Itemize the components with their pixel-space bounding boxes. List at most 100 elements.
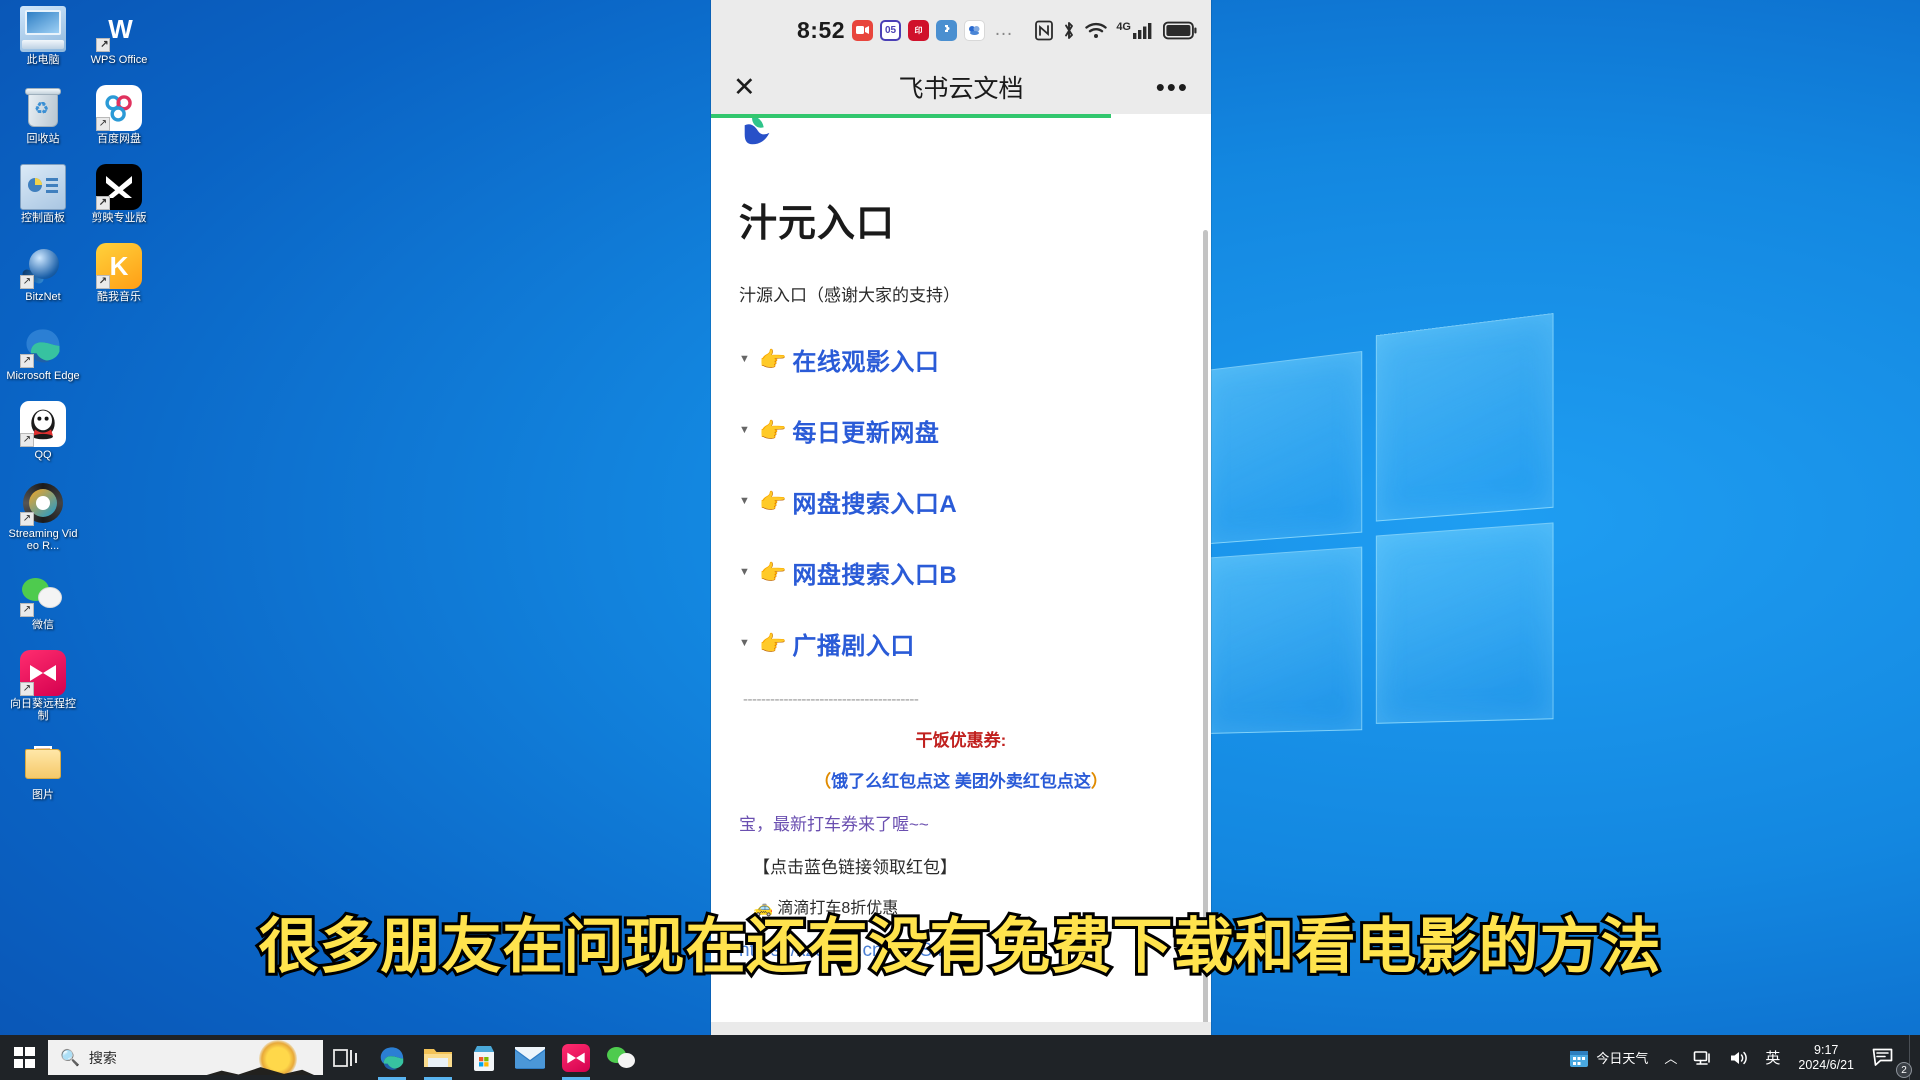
search-input[interactable]: 🔍 搜索 [48, 1040, 323, 1075]
desktop-icon-baidu-netdisk[interactable]: ↗ 百度网盘 [80, 85, 158, 145]
desktop-icon-label: 回收站 [26, 133, 60, 145]
toc-item-label[interactable]: 网盘搜索入口B [792, 555, 957, 590]
eleme-redpacket-link[interactable]: 饿了么红包点这 [831, 772, 950, 791]
desktop-icon-label: 百度网盘 [97, 133, 141, 145]
desktop-icon-label: 此电脑 [26, 54, 60, 66]
taskbar-file-explorer-icon[interactable] [415, 1035, 461, 1080]
network-status-button[interactable] [1685, 1035, 1721, 1080]
shortcut-arrow-icon: ↗ [20, 275, 34, 289]
document-title: 汁元入口 [739, 203, 896, 245]
chevron-down-icon[interactable]: ▼ [739, 354, 753, 365]
qq-icon: ↗ [20, 401, 66, 447]
signal-4g-label: 4G [1116, 21, 1131, 33]
desktop-icon-label: 剪映专业版 [91, 212, 147, 224]
wifi-icon [1085, 22, 1108, 38]
toc-item-label[interactable]: 广播剧入口 [792, 626, 915, 661]
recycle-bin-icon: ♻ [20, 85, 66, 131]
coupon-paren-close: ） [1090, 772, 1108, 791]
toc-item-daily-netdisk[interactable]: ▼ 👉 每日更新网盘 [739, 413, 1183, 448]
pictures-folder-icon [20, 741, 66, 787]
chevron-up-icon: ︿ [1664, 1051, 1678, 1066]
cloud-app-icon [964, 19, 986, 41]
bluetooth-icon [1065, 21, 1074, 39]
task-view-icon[interactable] [323, 1035, 369, 1080]
start-button[interactable] [0, 1035, 48, 1080]
chevron-down-icon[interactable]: ▼ [739, 425, 753, 436]
coupon-links-line: （饿了么红包点这 美团外卖红包点这） [739, 767, 1183, 792]
nfc-icon [1035, 20, 1054, 40]
chevron-down-icon[interactable]: ▼ [739, 496, 753, 507]
ime-language-button[interactable]: 英 [1757, 1035, 1788, 1080]
shortcut-arrow-icon: ↗ [20, 682, 34, 696]
feishu-logo-icon [744, 118, 770, 145]
kuwo-music-icon: K ↗ [96, 243, 142, 289]
taskbar-microsoft-store-icon[interactable] [461, 1035, 507, 1080]
signal-4g-icon: 4G [1116, 21, 1155, 39]
volume-button[interactable] [1721, 1035, 1757, 1080]
desktop-icon-streaming-video-recorder[interactable]: ↗ Streaming Video R... [4, 480, 82, 552]
desktop-icon-bitznet[interactable]: ↗ BitzNet [4, 243, 82, 303]
desktop-icon-label: 酷我音乐 [97, 291, 141, 303]
desktop-icon-recycle-bin[interactable]: ♻ 回收站 [4, 85, 82, 145]
desktop-icon-jianying-pro[interactable]: ↗ 剪映专业版 [80, 164, 158, 224]
desktop-icon-qq[interactable]: ↗ QQ [4, 401, 82, 461]
notification-count-badge: 2 [1896, 1062, 1912, 1078]
promo-line: 宝，最新打车券来了喔~~ [739, 815, 929, 834]
this-pc-icon [20, 6, 66, 52]
chevron-down-icon[interactable]: ▼ [739, 638, 753, 649]
toc-item-label[interactable]: 在线观影入口 [792, 342, 939, 377]
desktop-icon-wechat[interactable]: ↗ 微信 [4, 571, 82, 631]
wechat-icon: ↗ [20, 571, 66, 617]
shortcut-arrow-icon: ↗ [20, 603, 34, 617]
shortcut-arrow-icon: ↗ [20, 433, 34, 447]
calendar-icon [1570, 1050, 1589, 1067]
status-bar-left-group: 8:52 05 印 … [797, 17, 1014, 44]
toc-item-netdisk-search-b[interactable]: ▼ 👉 网盘搜索入口B [739, 555, 1183, 590]
shortcut-arrow-icon: ↗ [96, 38, 110, 52]
desktop-icon-wps-office[interactable]: W ↗ WPS Office [80, 6, 158, 67]
weather-widget[interactable]: 今日天气 [1561, 1035, 1656, 1080]
desktop-icon-label: 图片 [32, 789, 54, 801]
coupon-section-title: 干饭优惠券: [915, 731, 1007, 750]
notification-center-button[interactable]: 2 [1864, 1035, 1912, 1080]
chevron-down-icon[interactable]: ▼ [739, 567, 753, 578]
taskbar-microsoft-edge-icon[interactable] [369, 1035, 415, 1080]
search-placeholder-label: 搜索 [88, 1049, 117, 1066]
toc-item-label[interactable]: 每日更新网盘 [792, 413, 939, 448]
desktop-icon-label: Microsoft Edge [6, 370, 80, 382]
windows-logo-watermark [1202, 312, 1554, 744]
close-icon[interactable]: ✕ [733, 73, 756, 101]
taskbar-mail-icon[interactable] [507, 1035, 553, 1080]
puzzle-app-icon [936, 19, 958, 41]
microsoft-edge-icon: ↗ [20, 322, 66, 368]
clock-and-date[interactable]: 9:17 2024/6/21 [1788, 1043, 1864, 1073]
speaker-icon [1731, 1051, 1748, 1064]
taskbar-wechat-icon[interactable] [599, 1035, 645, 1080]
desktop-icon-control-panel[interactable]: 控制面板 [4, 164, 82, 224]
more-options-icon[interactable]: ••• [1156, 74, 1189, 100]
desktop-icon-microsoft-edge[interactable]: ↗ Microsoft Edge [4, 322, 82, 382]
pointing-hand-icon: 👉 [759, 559, 787, 585]
shortcut-arrow-icon: ↗ [96, 275, 110, 289]
pointing-hand-icon: 👉 [759, 346, 787, 372]
desktop-icon-kuwo-music[interactable]: K ↗ 酷我音乐 [80, 243, 158, 303]
shortcut-arrow-icon: ↗ [96, 196, 110, 210]
desktop-icon-pictures[interactable]: 图片 [4, 741, 82, 801]
desktop-icon-sunflower-remote[interactable]: ↗ 向日葵远程控制 [4, 650, 82, 722]
desktop-icon-label: QQ [34, 449, 52, 461]
taskbar-sunflower-remote-icon[interactable] [553, 1035, 599, 1080]
desktop-icon-label: Streaming Video R... [8, 528, 78, 552]
toc-item-radio-drama[interactable]: ▼ 👉 广播剧入口 [739, 626, 1183, 661]
toc-item-netdisk-search-a[interactable]: ▼ 👉 网盘搜索入口A [739, 484, 1183, 519]
desktop-icon-label: BitzNet [25, 291, 61, 303]
toc-item-online-viewing[interactable]: ▼ 👉 在线观影入口 [739, 342, 1183, 377]
section-divider: --------------------------------------- [743, 691, 919, 708]
toc-item-label[interactable]: 网盘搜索入口A [792, 484, 957, 519]
tray-overflow-chevron[interactable]: ︿ [1656, 1035, 1685, 1080]
document-content-area[interactable]: 汁元入口 汁源入口（感谢大家的支持） ▼ 👉 在线观影入口 ▼ 👉 每日更新网盘… [711, 118, 1211, 1022]
tray-time: 9:17 [1814, 1042, 1839, 1057]
desktop-icon-this-pc[interactable]: 此电脑 [4, 6, 82, 66]
meituan-redpacket-link[interactable]: 美团外卖红包点这 [955, 772, 1091, 791]
video-subtitle-caption: 很多朋友在问现在还有没有免费下载和看电影的方法 [256, 909, 1664, 985]
desktop-icon-column-2: W ↗ WPS Office ↗ 百度网盘 ↗ 剪映专业版 K ↗ 酷我音乐 [80, 6, 158, 322]
